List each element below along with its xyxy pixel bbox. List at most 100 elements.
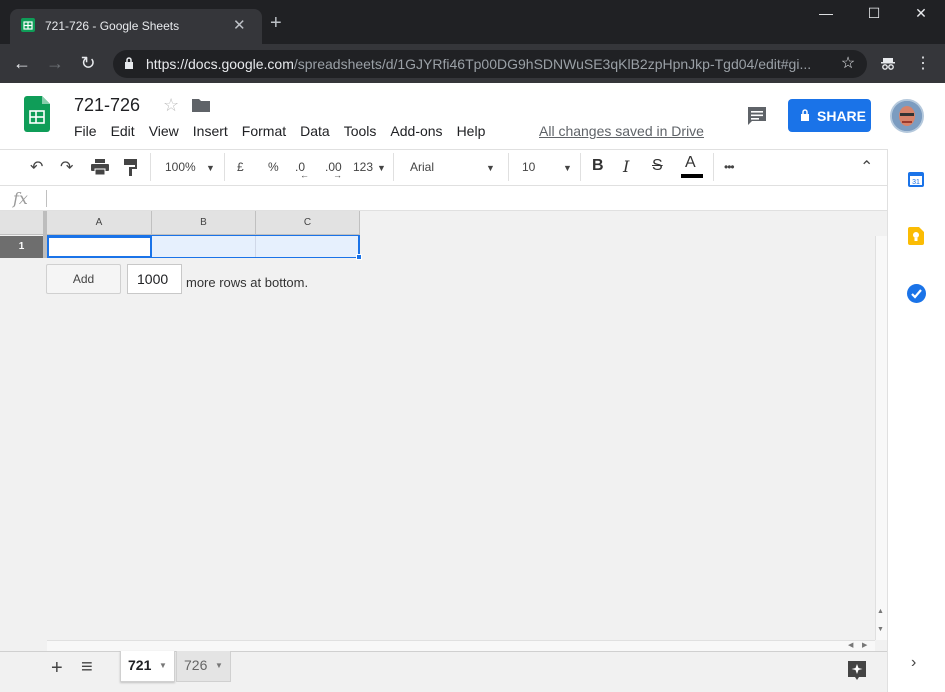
toolbar-divider: [224, 153, 225, 181]
back-icon[interactable]: ←: [12, 53, 32, 74]
zoom-select[interactable]: 100%: [165, 160, 196, 174]
text-color-button[interactable]: A: [685, 154, 696, 172]
horizontal-scrollbar[interactable]: [47, 640, 875, 651]
forward-icon[interactable]: →: [45, 53, 65, 74]
number-format-select[interactable]: 123: [353, 160, 373, 174]
strikethrough-button[interactable]: S: [652, 157, 663, 175]
avatar-face-icon: [892, 101, 922, 131]
formula-input[interactable]: [52, 188, 882, 208]
selection-range: [47, 235, 360, 258]
fill-handle[interactable]: [356, 254, 362, 260]
add-rows-button[interactable]: Add: [46, 264, 121, 294]
share-button[interactable]: SHARE: [788, 99, 871, 132]
row-header-1[interactable]: 1: [0, 236, 43, 258]
collapse-menus-icon[interactable]: ⌃: [860, 157, 873, 177]
zoom-dropdown-icon[interactable]: ▼: [206, 163, 215, 173]
incognito-icon[interactable]: [880, 56, 896, 72]
italic-button[interactable]: I: [623, 157, 629, 176]
font-dropdown-icon[interactable]: ▼: [486, 163, 495, 173]
menu-format[interactable]: Format: [242, 123, 286, 139]
star-icon[interactable]: ☆: [163, 95, 179, 116]
font-select[interactable]: Arial: [410, 160, 434, 174]
toolbar-divider: [713, 153, 714, 181]
share-lock-icon: [801, 109, 809, 121]
menu-addons[interactable]: Add-ons: [390, 123, 442, 139]
tab-close-icon[interactable]: ✕: [233, 16, 246, 34]
menu-insert[interactable]: Insert: [193, 123, 228, 139]
font-size-select[interactable]: 10: [522, 160, 535, 174]
decrease-decimal-arrow-icon: ←: [300, 170, 309, 180]
all-sheets-icon[interactable]: ≡: [81, 656, 93, 679]
fx-label: fx: [13, 189, 28, 208]
menu-edit[interactable]: Edit: [111, 123, 135, 139]
url-path: /spreadsheets/d/1GJYRfi46Tp00DG9hSDNWuSE…: [293, 56, 812, 72]
chrome-menu-icon[interactable]: ⋮: [913, 53, 933, 73]
window-close-icon[interactable]: ✕: [911, 5, 931, 22]
redo-icon[interactable]: ↷: [60, 157, 73, 177]
maximize-icon[interactable]: ☐: [864, 5, 884, 22]
sheet-tab-label: 726: [184, 657, 208, 673]
sheets-favicon-icon: [21, 18, 35, 32]
scroll-down-icon[interactable]: ▼: [877, 626, 884, 633]
browser-tab-title: 721-726 - Google Sheets: [45, 19, 180, 33]
bold-button[interactable]: B: [592, 157, 604, 175]
lock-icon: [125, 57, 133, 69]
more-tools-button[interactable]: •••: [724, 160, 735, 174]
new-tab-icon[interactable]: +: [270, 13, 282, 33]
add-rows-input[interactable]: 1000: [127, 264, 182, 294]
minimize-icon[interactable]: —: [816, 5, 836, 21]
tasks-icon[interactable]: [907, 284, 926, 303]
select-all-corner[interactable]: [0, 211, 46, 235]
paint-format-icon[interactable]: [124, 159, 138, 176]
sheet-tab-label: 721: [128, 657, 152, 673]
toolbar-divider: [580, 153, 581, 181]
svg-text:31: 31: [912, 179, 920, 186]
url-text: https://docs.google.com/spreadsheets/d/1…: [146, 56, 811, 72]
comments-icon[interactable]: [747, 106, 767, 126]
calendar-icon[interactable]: 31: [908, 171, 924, 187]
add-rows-suffix: more rows at bottom.: [186, 275, 309, 290]
column-header-c[interactable]: C: [256, 211, 360, 235]
menu-data[interactable]: Data: [300, 123, 330, 139]
sheet-tab-dropdown-icon[interactable]: ▼: [159, 661, 167, 670]
undo-icon[interactable]: ↶: [30, 157, 43, 177]
scroll-up-icon[interactable]: ▲: [877, 608, 884, 615]
scroll-right-icon[interactable]: ▶: [862, 641, 867, 649]
number-format-dropdown-icon[interactable]: ▼: [377, 163, 386, 173]
menu-file[interactable]: File: [74, 123, 97, 139]
print-icon[interactable]: [91, 159, 109, 175]
menu-view[interactable]: View: [149, 123, 179, 139]
sheet-tab-721[interactable]: 721 ▼: [120, 651, 175, 682]
percent-format-button[interactable]: %: [268, 160, 279, 174]
scroll-left-icon[interactable]: ◀: [848, 641, 853, 649]
vertical-scrollbar[interactable]: [875, 236, 887, 640]
bookmark-star-icon[interactable]: ☆: [838, 53, 858, 73]
add-sheet-icon[interactable]: +: [51, 657, 63, 680]
sheet-tab-dropdown-icon[interactable]: ▼: [215, 661, 223, 670]
explore-icon[interactable]: [848, 661, 866, 681]
formula-divider: [46, 190, 47, 207]
toolbar-divider: [508, 153, 509, 181]
folder-icon[interactable]: [192, 98, 210, 112]
document-title[interactable]: 721-726: [74, 95, 140, 116]
sheet-tab-726[interactable]: 726 ▼: [176, 651, 231, 682]
increase-decimal-arrow-icon: →: [333, 170, 342, 180]
menu-help[interactable]: Help: [457, 123, 486, 139]
column-header-b[interactable]: B: [152, 211, 256, 235]
keep-icon[interactable]: [908, 227, 924, 245]
toolbar-divider: [150, 153, 151, 181]
url-host: https://docs.google.com: [146, 56, 294, 72]
menu-bar: File Edit View Insert Format Data Tools Add-ons…: [74, 123, 499, 139]
expand-side-panel-icon[interactable]: ›: [911, 654, 916, 672]
toolbar-divider: [393, 153, 394, 181]
share-label: SHARE: [817, 108, 867, 124]
menu-tools[interactable]: Tools: [344, 123, 377, 139]
column-header-a[interactable]: A: [47, 211, 152, 235]
reload-icon[interactable]: ↻: [78, 53, 98, 74]
font-size-dropdown-icon[interactable]: ▼: [563, 163, 572, 173]
currency-format-button[interactable]: £: [237, 160, 244, 174]
save-status[interactable]: All changes saved in Drive: [539, 123, 704, 139]
avatar[interactable]: [890, 99, 924, 133]
text-color-swatch: [681, 174, 703, 178]
sheets-logo-icon[interactable]: [24, 96, 50, 132]
